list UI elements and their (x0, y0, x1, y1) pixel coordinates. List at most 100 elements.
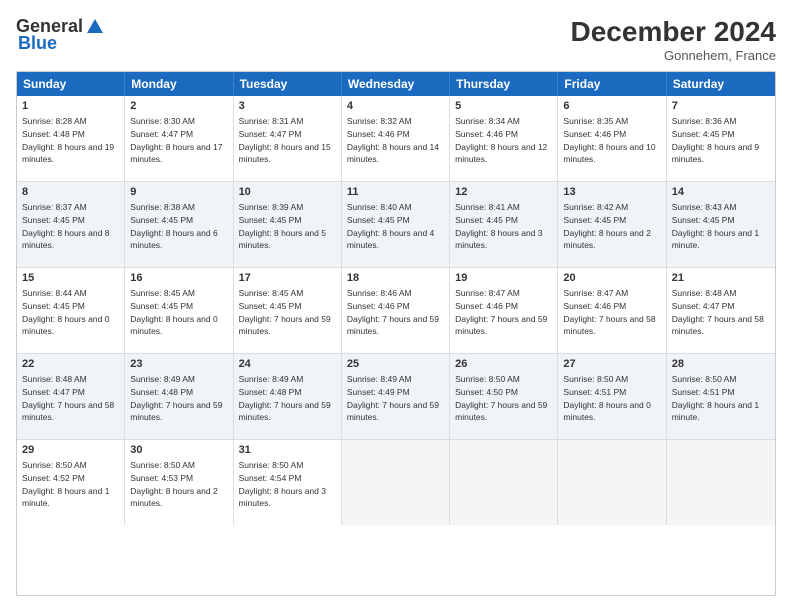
calendar-day-1: 1 Sunrise: 8:28 AM Sunset: 4:48 PM Daylig… (17, 96, 125, 181)
calendar-day-30: 30Sunrise: 8:50 AM Sunset: 4:53 PM Dayli… (125, 440, 233, 525)
calendar-week-4: 22 Sunrise: 8:48 AM Sunset: 4:47 PM Dayli… (17, 353, 775, 439)
logo-blue-text: Blue (18, 33, 57, 54)
calendar-week-2: 8 Sunrise: 8:37 AM Sunset: 4:45 PM Daylig… (17, 181, 775, 267)
calendar-day-18: 18Sunrise: 8:46 AM Sunset: 4:46 PM Dayli… (342, 268, 450, 353)
calendar-day-5: 5 Sunrise: 8:34 AM Sunset: 4:46 PM Daylig… (450, 96, 558, 181)
header-day-thursday: Thursday (450, 72, 558, 96)
calendar-body: 1 Sunrise: 8:28 AM Sunset: 4:48 PM Daylig… (17, 96, 775, 525)
day-number: 28 (672, 357, 770, 372)
calendar-week-3: 15 Sunrise: 8:44 AM Sunset: 4:45 PM Dayli… (17, 267, 775, 353)
day-info: Sunrise: 8:50 AM Sunset: 4:51 PM Dayligh… (672, 374, 759, 422)
header-day-friday: Friday (558, 72, 666, 96)
calendar-empty-cell (558, 440, 666, 525)
day-info: Sunrise: 8:39 AM Sunset: 4:45 PM Dayligh… (239, 202, 326, 250)
calendar-day-19: 19 Sunrise: 8:47 AM Sunset: 4:46 PM Dayli… (450, 268, 558, 353)
calendar-day-2: 2 Sunrise: 8:30 AM Sunset: 4:47 PM Daylig… (125, 96, 233, 181)
location-text: Gonnehem, France (571, 48, 776, 63)
calendar-day-17: 17Sunrise: 8:45 AM Sunset: 4:45 PM Dayli… (234, 268, 342, 353)
day-info: Sunrise: 8:28 AM Sunset: 4:48 PM Dayligh… (22, 116, 114, 164)
calendar-day-25: 25 Sunrise: 8:49 AM Sunset: 4:49 PM Dayli… (342, 354, 450, 439)
calendar-day-26: 26 Sunrise: 8:50 AM Sunset: 4:50 PM Dayli… (450, 354, 558, 439)
day-info: Sunrise: 8:50 AM Sunset: 4:50 PM Dayligh… (455, 374, 547, 422)
day-info: Sunrise: 8:50 AM Sunset: 4:53 PM Dayligh… (130, 460, 217, 508)
calendar-day-12: 12 Sunrise: 8:41 AM Sunset: 4:45 PM Dayli… (450, 182, 558, 267)
day-info: Sunrise: 8:45 AM Sunset: 4:45 PM Dayligh… (239, 288, 331, 336)
header-day-tuesday: Tuesday (234, 72, 342, 96)
day-number: 14 (672, 185, 770, 200)
calendar-day-14: 14 Sunrise: 8:43 AM Sunset: 4:45 PM Dayli… (667, 182, 775, 267)
calendar-day-7: 7 Sunrise: 8:36 AM Sunset: 4:45 PM Daylig… (667, 96, 775, 181)
day-info: Sunrise: 8:50 AM Sunset: 4:51 PM Dayligh… (563, 374, 650, 422)
day-number: 27 (563, 357, 660, 372)
calendar: SundayMondayTuesdayWednesdayThursdayFrid… (16, 71, 776, 596)
day-info: Sunrise: 8:50 AM Sunset: 4:52 PM Dayligh… (22, 460, 109, 508)
calendar-day-22: 22 Sunrise: 8:48 AM Sunset: 4:47 PM Dayli… (17, 354, 125, 439)
day-number: 3 (239, 99, 336, 114)
header-day-monday: Monday (125, 72, 233, 96)
logo: General Blue (16, 16, 105, 54)
calendar-day-24: 24Sunrise: 8:49 AM Sunset: 4:48 PM Dayli… (234, 354, 342, 439)
calendar-day-4: 4Sunrise: 8:32 AM Sunset: 4:46 PM Daylig… (342, 96, 450, 181)
calendar-week-5: 29 Sunrise: 8:50 AM Sunset: 4:52 PM Dayli… (17, 439, 775, 525)
day-number: 23 (130, 357, 227, 372)
calendar-day-3: 3 Sunrise: 8:31 AM Sunset: 4:47 PM Daylig… (234, 96, 342, 181)
day-number: 11 (347, 185, 444, 200)
calendar-day-8: 8 Sunrise: 8:37 AM Sunset: 4:45 PM Daylig… (17, 182, 125, 267)
day-number: 16 (130, 271, 227, 286)
calendar-day-10: 10Sunrise: 8:39 AM Sunset: 4:45 PM Dayli… (234, 182, 342, 267)
day-number: 7 (672, 99, 770, 114)
day-info: Sunrise: 8:42 AM Sunset: 4:45 PM Dayligh… (563, 202, 650, 250)
day-number: 13 (563, 185, 660, 200)
day-number: 29 (22, 443, 119, 458)
header: General Blue December 2024 Gonnehem, Fra… (16, 16, 776, 63)
calendar-day-9: 9Sunrise: 8:38 AM Sunset: 4:45 PM Daylig… (125, 182, 233, 267)
calendar-empty-cell (667, 440, 775, 525)
day-number: 22 (22, 357, 119, 372)
day-info: Sunrise: 8:36 AM Sunset: 4:45 PM Dayligh… (672, 116, 759, 164)
day-info: Sunrise: 8:37 AM Sunset: 4:45 PM Dayligh… (22, 202, 109, 250)
calendar-day-29: 29 Sunrise: 8:50 AM Sunset: 4:52 PM Dayli… (17, 440, 125, 525)
month-year-title: December 2024 (571, 16, 776, 48)
day-number: 6 (563, 99, 660, 114)
day-info: Sunrise: 8:44 AM Sunset: 4:45 PM Dayligh… (22, 288, 109, 336)
header-day-sunday: Sunday (17, 72, 125, 96)
day-info: Sunrise: 8:32 AM Sunset: 4:46 PM Dayligh… (347, 116, 439, 164)
day-number: 18 (347, 271, 444, 286)
day-number: 1 (22, 99, 119, 114)
day-number: 25 (347, 357, 444, 372)
day-info: Sunrise: 8:47 AM Sunset: 4:46 PM Dayligh… (563, 288, 655, 336)
day-number: 19 (455, 271, 552, 286)
calendar-day-21: 21 Sunrise: 8:48 AM Sunset: 4:47 PM Dayli… (667, 268, 775, 353)
day-number: 21 (672, 271, 770, 286)
logo-icon (85, 17, 105, 37)
day-info: Sunrise: 8:48 AM Sunset: 4:47 PM Dayligh… (22, 374, 114, 422)
day-info: Sunrise: 8:43 AM Sunset: 4:45 PM Dayligh… (672, 202, 759, 250)
day-number: 26 (455, 357, 552, 372)
day-number: 12 (455, 185, 552, 200)
day-info: Sunrise: 8:38 AM Sunset: 4:45 PM Dayligh… (130, 202, 217, 250)
day-info: Sunrise: 8:48 AM Sunset: 4:47 PM Dayligh… (672, 288, 764, 336)
day-info: Sunrise: 8:45 AM Sunset: 4:45 PM Dayligh… (130, 288, 217, 336)
calendar-day-31: 31Sunrise: 8:50 AM Sunset: 4:54 PM Dayli… (234, 440, 342, 525)
header-day-wednesday: Wednesday (342, 72, 450, 96)
day-number: 5 (455, 99, 552, 114)
calendar-day-15: 15 Sunrise: 8:44 AM Sunset: 4:45 PM Dayli… (17, 268, 125, 353)
day-info: Sunrise: 8:30 AM Sunset: 4:47 PM Dayligh… (130, 116, 222, 164)
day-info: Sunrise: 8:31 AM Sunset: 4:47 PM Dayligh… (239, 116, 331, 164)
day-info: Sunrise: 8:40 AM Sunset: 4:45 PM Dayligh… (347, 202, 434, 250)
calendar-day-23: 23 Sunrise: 8:49 AM Sunset: 4:48 PM Dayli… (125, 354, 233, 439)
day-info: Sunrise: 8:34 AM Sunset: 4:46 PM Dayligh… (455, 116, 547, 164)
day-info: Sunrise: 8:49 AM Sunset: 4:48 PM Dayligh… (130, 374, 222, 422)
day-number: 20 (563, 271, 660, 286)
day-number: 15 (22, 271, 119, 286)
calendar-empty-cell (342, 440, 450, 525)
day-number: 2 (130, 99, 227, 114)
day-info: Sunrise: 8:35 AM Sunset: 4:46 PM Dayligh… (563, 116, 655, 164)
day-info: Sunrise: 8:41 AM Sunset: 4:45 PM Dayligh… (455, 202, 542, 250)
day-info: Sunrise: 8:49 AM Sunset: 4:49 PM Dayligh… (347, 374, 439, 422)
day-info: Sunrise: 8:47 AM Sunset: 4:46 PM Dayligh… (455, 288, 547, 336)
day-number: 24 (239, 357, 336, 372)
page: General Blue December 2024 Gonnehem, Fra… (0, 0, 792, 612)
calendar-day-27: 27 Sunrise: 8:50 AM Sunset: 4:51 PM Dayli… (558, 354, 666, 439)
day-number: 8 (22, 185, 119, 200)
